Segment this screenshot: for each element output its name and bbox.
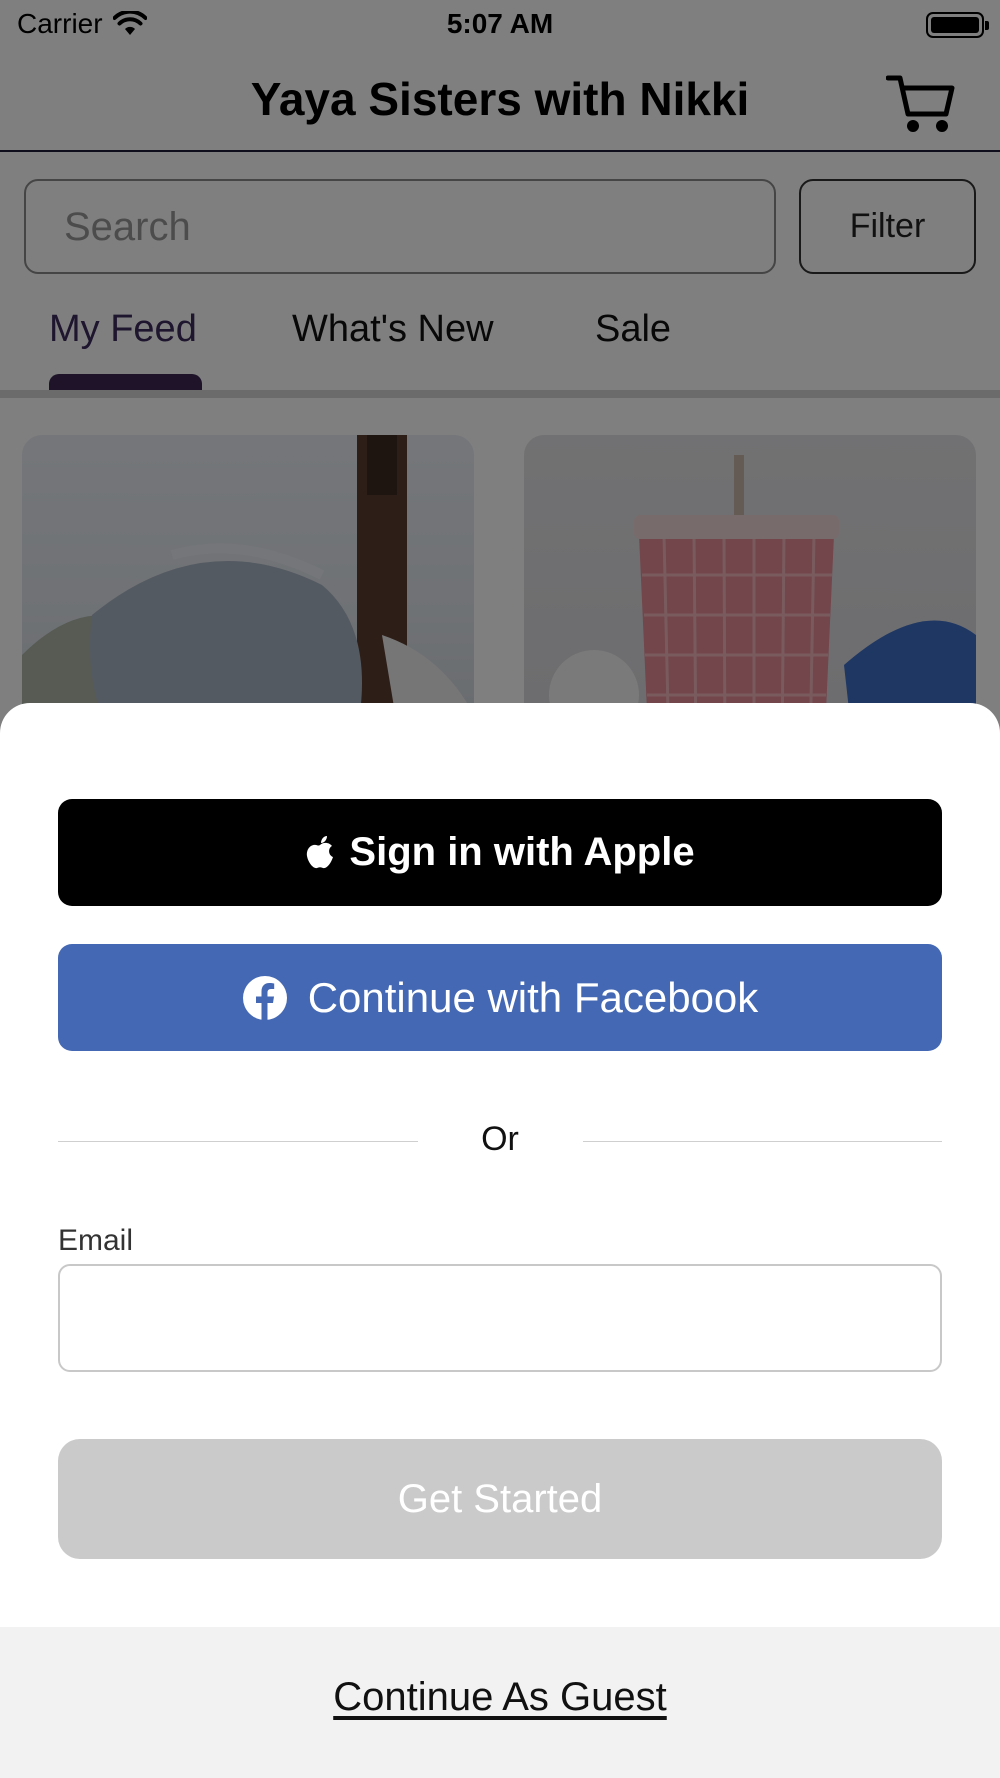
sign-in-with-apple-button[interactable]: Sign in with Apple — [58, 799, 942, 906]
email-label: Email — [58, 1224, 134, 1257]
guest-footer: Continue As Guest — [0, 1627, 1000, 1778]
divider-right — [583, 1141, 942, 1142]
continue-as-guest-link[interactable]: Continue As Guest — [0, 1675, 1000, 1720]
facebook-button-label: Continue with Facebook — [307, 973, 759, 1021]
or-separator: Or — [481, 1120, 519, 1158]
apple-button-label: Sign in with Apple — [349, 830, 695, 874]
sign-in-sheet: Sign in with Apple Continue with Faceboo… — [0, 703, 1000, 1778]
email-field[interactable] — [58, 1264, 942, 1372]
get-started-button[interactable]: Get Started — [58, 1439, 942, 1559]
apple-icon — [307, 835, 334, 868]
continue-with-facebook-button[interactable]: Continue with Facebook — [58, 944, 942, 1051]
facebook-icon — [242, 975, 287, 1021]
